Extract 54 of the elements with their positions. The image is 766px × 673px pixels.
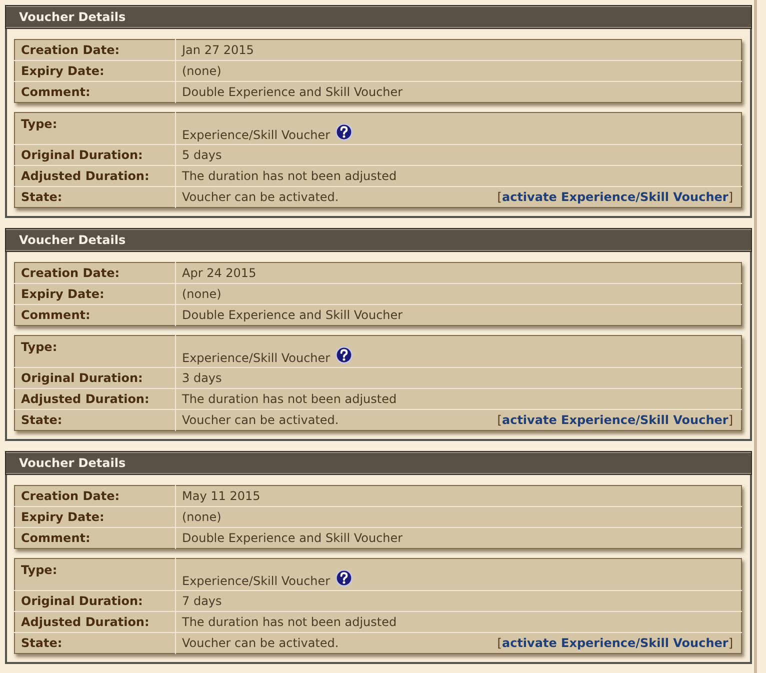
field-label: State: [21, 413, 62, 427]
field-value: 3 days [182, 371, 222, 385]
field-label: Comment: [21, 531, 90, 545]
field-label: Creation Date: [21, 489, 120, 503]
activate-link[interactable]: activate Experience/Skill Voucher [502, 190, 728, 204]
field-label: Creation Date: [21, 266, 120, 280]
field-value: Apr 24 2015 [182, 266, 256, 280]
field-value: Double Experience and Skill Voucher [182, 85, 403, 99]
field-value: Experience/Skill Voucher [182, 350, 330, 366]
field-label: Type: [21, 117, 58, 131]
activate-action-text: [activate Experience/Skill Voucher] [497, 635, 733, 651]
activate-action-text: [activate Experience/Skill Voucher] [497, 412, 733, 428]
field-value: Double Experience and Skill Voucher [182, 531, 403, 545]
field-label: Adjusted Duration: [21, 169, 150, 183]
field-label: Creation Date: [21, 43, 120, 57]
field-value: 7 days [182, 594, 222, 608]
field-value: The duration has not been adjusted [182, 169, 397, 183]
activate-link[interactable]: activate Experience/Skill Voucher [502, 413, 728, 427]
field-value: (none) [182, 64, 222, 78]
help-icon[interactable] [335, 569, 354, 587]
activate-action-text: [activate Experience/Skill Voucher] [497, 189, 733, 205]
field-value: Double Experience and Skill Voucher [182, 308, 403, 322]
field-label: State: [21, 636, 62, 650]
field-value: Experience/Skill Voucher [182, 127, 330, 143]
field-value: 5 days [182, 148, 222, 162]
activate-link[interactable]: activate Experience/Skill Voucher [502, 636, 728, 650]
field-value: Voucher can be activated. [182, 412, 339, 428]
help-icon[interactable] [335, 346, 354, 364]
field-label: Adjusted Duration: [21, 615, 150, 629]
field-label: Expiry Date: [21, 287, 104, 301]
field-value: May 11 2015 [182, 489, 260, 503]
field-label: Original Duration: [21, 594, 143, 608]
field-value: Experience/Skill Voucher [182, 573, 330, 589]
panel-title-bar: Voucher Details [5, 451, 752, 475]
field-label: Comment: [21, 85, 90, 99]
field-value: Voucher can be activated. [182, 635, 339, 651]
field-value: Jan 27 2015 [182, 43, 254, 57]
field-label: Original Duration: [21, 371, 143, 385]
field-label: State: [21, 190, 62, 204]
field-label: Original Duration: [21, 148, 143, 162]
panel-title-bar: Voucher Details [5, 5, 752, 29]
field-label: Adjusted Duration: [21, 392, 150, 406]
field-value: The duration has not been adjusted [182, 392, 397, 406]
field-value: The duration has not been adjusted [182, 615, 397, 629]
help-icon[interactable] [335, 123, 354, 141]
field-value: Voucher can be activated. [182, 189, 339, 205]
field-label: Type: [21, 563, 58, 577]
field-value: (none) [182, 510, 222, 524]
field-value: (none) [182, 287, 222, 301]
field-label: Expiry Date: [21, 510, 104, 524]
panel-title-bar: Voucher Details [5, 228, 752, 252]
field-label: Expiry Date: [21, 64, 104, 78]
field-label: Comment: [21, 308, 90, 322]
field-label: Type: [21, 340, 58, 354]
